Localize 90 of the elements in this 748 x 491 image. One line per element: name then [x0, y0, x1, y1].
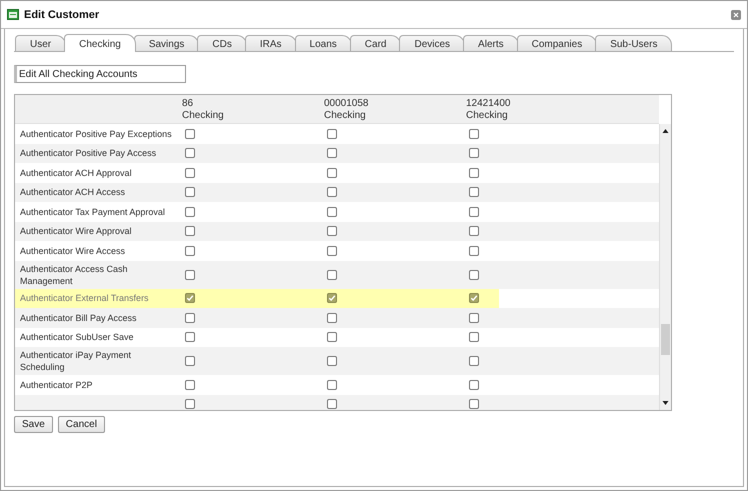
checkbox[interactable] [469, 380, 479, 390]
table-row[interactable]: Authenticator Wire Access [15, 241, 659, 260]
checkbox[interactable] [327, 270, 337, 280]
checkbox[interactable] [185, 312, 195, 323]
tab[interactable]: Alerts [463, 35, 519, 51]
checkbox[interactable] [185, 270, 195, 280]
column-header: 12421400 Checking [466, 97, 512, 123]
permission-label: Authenticator Positive Pay Access [19, 147, 158, 160]
checkbox[interactable] [327, 148, 337, 158]
permission-label: Authenticator Access Cash Management [19, 262, 129, 288]
tab[interactable]: Companies [516, 35, 598, 51]
checkbox[interactable] [469, 246, 479, 256]
checkbox[interactable] [327, 168, 337, 178]
table-row[interactable]: Authenticator Positive Pay Exceptions [15, 124, 659, 144]
checkbox[interactable] [185, 293, 195, 304]
tab[interactable]: Checking [64, 34, 136, 52]
checkbox[interactable] [469, 206, 479, 217]
checkbox[interactable] [185, 246, 195, 256]
checkbox[interactable] [185, 187, 195, 198]
window-icon [7, 9, 19, 20]
tab[interactable]: Card [350, 35, 402, 51]
checkbox[interactable] [469, 312, 479, 323]
permission-label: Authenticator Bill Pay Access [19, 312, 138, 325]
checkbox[interactable] [327, 206, 337, 217]
permission-label: Authenticator P2P [19, 378, 94, 392]
checkbox[interactable] [469, 270, 479, 280]
table-row[interactable]: Authenticator SubUser Save [15, 328, 659, 347]
scroll-thumb[interactable] [661, 324, 670, 355]
table-row[interactable]: Authenticator Bill Pay Access [15, 308, 659, 328]
checkbox[interactable] [327, 187, 337, 198]
checkbox[interactable] [469, 293, 479, 304]
permission-label: Authenticator SubUser Save [19, 331, 135, 344]
tab[interactable]: User [15, 35, 66, 51]
tab[interactable]: Loans [294, 35, 352, 51]
checkbox[interactable] [327, 356, 337, 366]
table-row[interactable]: Authenticator Tax Payment Approval [15, 202, 659, 222]
tab[interactable]: Sub-Users [595, 35, 672, 51]
checkbox[interactable] [185, 332, 195, 342]
dialog-button[interactable]: Cancel [58, 416, 105, 433]
checkbox[interactable] [469, 128, 479, 139]
checkbox[interactable] [327, 246, 337, 256]
table-row[interactable]: Authenticator ACH Access [15, 182, 659, 202]
column-header: 86 Checking [182, 97, 225, 123]
checkbox[interactable] [327, 332, 337, 342]
checkbox[interactable] [185, 206, 195, 217]
checkbox[interactable] [327, 226, 337, 236]
checkbox[interactable] [327, 399, 337, 410]
checkbox[interactable] [469, 399, 479, 410]
tab[interactable]: Savings [134, 35, 200, 51]
scrollbar[interactable] [659, 124, 671, 410]
table-row[interactable]: Authenticator iPay Payment Scheduling [15, 347, 659, 375]
highlighted-row[interactable]: Authenticator External Transfers [15, 288, 659, 308]
permission-label: Authenticator Positive Pay Exceptions [19, 128, 173, 141]
checkbox[interactable] [185, 399, 195, 410]
permission-label: Authenticator ACH Access [19, 186, 126, 200]
close-icon[interactable] [731, 10, 741, 20]
checkbox[interactable] [185, 128, 195, 139]
checkbox[interactable] [469, 187, 479, 198]
permission-label: Authenticator ACH Approval [19, 166, 133, 180]
checkbox[interactable] [327, 380, 337, 390]
permission-label: Authenticator Tax Payment Approval [19, 206, 166, 219]
tab[interactable]: CDs [197, 35, 247, 51]
checkbox[interactable] [185, 168, 195, 178]
checkbox[interactable] [185, 356, 195, 366]
column-header: 00001058 Checking [324, 97, 370, 123]
checkbox[interactable] [185, 148, 195, 158]
checkbox[interactable] [469, 226, 479, 236]
checkbox[interactable] [469, 168, 479, 178]
permission-label: Authenticator External Transfers [19, 292, 150, 306]
checkbox[interactable] [327, 128, 337, 139]
checkbox[interactable] [327, 312, 337, 323]
window-title: Edit Customer [24, 8, 100, 20]
tab[interactable]: IRAs [244, 35, 297, 51]
tab[interactable]: Devices [399, 35, 466, 51]
permission-label: Authenticator Wire Access [19, 244, 126, 258]
permission-label: Authenticator Wire Approval [19, 225, 133, 238]
checkbox[interactable] [469, 332, 479, 342]
checkbox[interactable] [469, 356, 479, 366]
checkbox[interactable] [469, 148, 479, 158]
checkbox[interactable] [327, 293, 337, 304]
table-row[interactable]: Authenticator ACH Approval [15, 163, 659, 182]
permission-label: Authenticator iPay Payment Scheduling [19, 349, 132, 374]
checkbox[interactable] [185, 380, 195, 390]
edit-all-field[interactable]: Edit All Checking Accounts [14, 65, 186, 83]
table-row[interactable]: Authenticator Wire Approval [15, 222, 659, 241]
dialog-button[interactable]: Save [14, 416, 53, 433]
table-row[interactable]: Authenticator Access Cash Management [15, 260, 659, 288]
table-row[interactable]: Authenticator P2P [15, 375, 659, 394]
table-row[interactable]: Authenticator Positive Pay Access [15, 144, 659, 163]
checkbox[interactable] [185, 226, 195, 236]
